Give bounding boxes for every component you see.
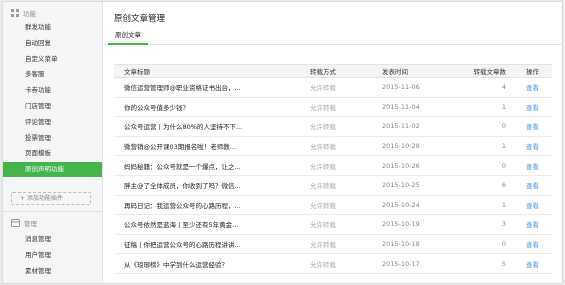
page-title: 原创文章管理 xyxy=(114,14,166,24)
articles-table: 文章标题 转载方式 发表时间 转载文章数 操作 微信运营管理师@职业资格证书出台… xyxy=(114,64,552,274)
table-row: 公众号运营丨为什么80%的人坚持不下... 允许转载 2015-11-02 0 查看 xyxy=(114,117,552,137)
cell-mode: 允许转载 xyxy=(310,143,336,152)
sidebar-item[interactable]: 投票管理 xyxy=(3,131,102,146)
cell-count: 4 xyxy=(501,83,506,92)
header-date: 发表时间 xyxy=(382,68,408,76)
cell-title: 征稿丨你把运营公众号的心路历程讲讲... xyxy=(124,241,241,250)
sidebar-item[interactable]: 原创声明功能 xyxy=(3,162,102,178)
sidebar-divider xyxy=(3,211,102,212)
cell-title: 微营销@公开课03期报名啦！老师教... xyxy=(124,143,236,152)
sidebar-item[interactable]: 多客服 xyxy=(3,67,102,82)
sidebar-item[interactable]: 门店管理 xyxy=(3,99,102,114)
cell-count: 0 xyxy=(501,240,506,249)
cell-count: 1 xyxy=(501,200,506,209)
cell-mode: 允许转载 xyxy=(310,241,336,250)
sidebar-item[interactable]: 素材管理 xyxy=(3,264,102,279)
cell-date: 2015-11-06 xyxy=(382,83,420,92)
table-row: 公众号依然是蓝海丨至少还有5年黄金... 允许转载 2015-10-19 3 查看 xyxy=(114,215,552,235)
table-row: 微营销@公开课03期报名啦！老师教... 允许转载 2015-10-28 1 查看 xyxy=(114,137,552,157)
tab-original-articles[interactable]: 原创文章 xyxy=(108,27,148,45)
cell-mode: 允许转载 xyxy=(310,221,336,230)
cell-date: 2015-10-24 xyxy=(382,200,420,209)
header-op: 操作 xyxy=(526,68,539,76)
cell-mode: 允许转载 xyxy=(310,162,336,171)
view-link[interactable]: 查看 xyxy=(526,196,546,215)
table-row: 你的公众号值多少钱？ 允许转载 2015-11-04 1 查看 xyxy=(114,98,552,118)
cell-mode: 允许转载 xyxy=(310,201,336,210)
cell-date: 2015-10-17 xyxy=(382,259,420,268)
sidebar-section-manage: 管理 xyxy=(11,218,37,228)
header-mode: 转载方式 xyxy=(310,68,336,76)
view-link[interactable]: 查看 xyxy=(526,254,546,273)
view-link[interactable]: 查看 xyxy=(526,117,546,136)
cell-date: 2015-11-02 xyxy=(382,122,420,131)
table-row: 征稿丨你把运营公众号的心路历程讲讲... 允许转载 2015-10-18 0 查看 xyxy=(114,235,552,255)
sidebar-section-features: 功能 xyxy=(11,8,36,18)
sidebar-item[interactable]: 页面模板 xyxy=(3,146,102,161)
view-link[interactable]: 查看 xyxy=(526,235,546,254)
view-link[interactable]: 查看 xyxy=(526,98,546,117)
cell-title: 从《琅琊榜》中学到什么运营经验？ xyxy=(124,260,228,269)
cell-title: 微信运营管理师@职业资格证书出台，... xyxy=(124,84,241,93)
cell-count: 3 xyxy=(501,220,506,229)
cell-date: 2015-10-26 xyxy=(382,161,420,170)
sidebar-item[interactable]: 消息管理 xyxy=(3,232,102,247)
view-link[interactable]: 查看 xyxy=(526,176,546,195)
sidebar-item[interactable]: 评论管理 xyxy=(3,115,102,130)
table-row: 再码日记：我运营公众号的心路历程，... 允许转载 2015-10-24 1 查看 xyxy=(114,196,552,216)
cell-mode: 允许转载 xyxy=(310,103,336,112)
cell-date: 2015-11-04 xyxy=(382,102,420,111)
view-link[interactable]: 查看 xyxy=(526,156,546,175)
app-frame: 功能 群发功能 自动回复 自定义菜单 多客服 卡券功能 门店管理 评论管理 投票管理 页面模板原… xyxy=(2,1,563,284)
cell-count: 6 xyxy=(501,181,506,190)
sidebar-item[interactable]: 用户管理 xyxy=(3,248,102,263)
cell-title: 胖主@了全体成员，你收到了吗？微信... xyxy=(124,182,241,191)
header-count: 转载文章数 xyxy=(473,68,507,76)
cell-title: 公众号依然是蓝海丨至少还有5年黄金... xyxy=(124,221,239,230)
cell-mode: 允许转载 xyxy=(310,260,336,269)
main-panel: 原创文章管理 原创文章 文章标题 转载方式 发表时间 转载文章数 操作 微信运营… xyxy=(104,2,562,283)
cell-title: 再码日记：我运营公众号的心路历程，... xyxy=(124,201,241,210)
table-row: 微信运营管理师@职业资格证书出台，... 允许转载 2015-11-06 4 查看 xyxy=(114,78,552,98)
cell-date: 2015-10-18 xyxy=(382,240,420,249)
manage-icon xyxy=(11,219,20,227)
sidebar: 功能 群发功能 自动回复 自定义菜单 多客服 卡券功能 门店管理 评论管理 投票管理 页面模板原… xyxy=(3,2,103,283)
cell-date: 2015-10-19 xyxy=(382,220,420,229)
grid-icon xyxy=(11,9,19,17)
cell-mode: 允许转载 xyxy=(310,182,336,191)
table-row: 妈妈秘籍：公众号就是一个爆点，让之... 允许转载 2015-10-26 0 查看 xyxy=(114,156,552,176)
add-plugin-button[interactable]: + 添加功能插件 xyxy=(11,192,91,205)
cell-count: 1 xyxy=(501,102,506,111)
sidebar-section-label: 功能 xyxy=(23,10,36,18)
cell-date: 2015-10-28 xyxy=(382,142,420,151)
cell-title: 公众号运营丨为什么80%的人坚持不下... xyxy=(124,123,243,132)
sidebar-item[interactable]: 卡券功能 xyxy=(3,83,102,98)
cell-mode: 允许转载 xyxy=(310,123,336,132)
tab-bar: 原创文章 xyxy=(104,27,562,45)
table-header: 文章标题 转载方式 发表时间 转载文章数 操作 xyxy=(114,64,552,78)
cell-count: 0 xyxy=(501,122,506,131)
view-link[interactable]: 查看 xyxy=(526,78,546,97)
view-link[interactable]: 查看 xyxy=(526,215,546,234)
sidebar-item[interactable]: 自动回复 xyxy=(3,36,102,51)
cell-title: 妈妈秘籍：公众号就是一个爆点，让之... xyxy=(124,162,241,171)
cell-mode: 允许转载 xyxy=(310,84,336,93)
cell-count: 5 xyxy=(501,259,506,268)
cell-title: 你的公众号值多少钱？ xyxy=(124,103,189,112)
cell-date: 2015-10-25 xyxy=(382,181,420,190)
view-link[interactable]: 查看 xyxy=(526,137,546,156)
sidebar-item[interactable]: 群发功能 xyxy=(3,20,102,35)
sidebar-item[interactable]: 自定义菜单 xyxy=(3,52,102,67)
table-row: 胖主@了全体成员，你收到了吗？微信... 允许转载 2015-10-25 6 查看 xyxy=(114,176,552,196)
cell-count: 1 xyxy=(501,142,506,151)
header-title: 文章标题 xyxy=(124,68,150,76)
cell-count: 0 xyxy=(501,161,506,170)
table-row: 从《琅琊榜》中学到什么运营经验？ 允许转载 2015-10-17 5 查看 xyxy=(114,254,552,274)
sidebar-section-label: 管理 xyxy=(24,220,37,228)
